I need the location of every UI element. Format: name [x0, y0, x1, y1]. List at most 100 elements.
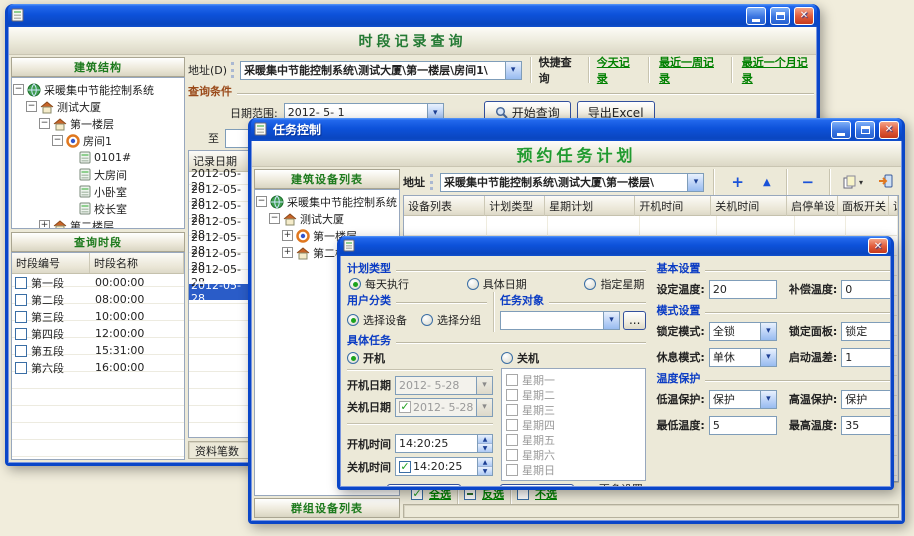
comp-temp-input[interactable]: 0: [841, 280, 891, 299]
radio-daily[interactable]: 每天执行: [349, 276, 409, 292]
tree-item[interactable]: 房间1: [13, 132, 183, 149]
tree-item[interactable]: 测试大厦: [13, 98, 183, 115]
chevron-down-icon[interactable]: [760, 349, 776, 366]
ok-button[interactable]: ✔确 定: [387, 484, 461, 487]
checkbox-unchecked[interactable]: [15, 277, 27, 289]
checkbox-unchecked[interactable]: [15, 294, 27, 306]
spinner-buttons[interactable]: ▲▼: [477, 435, 492, 452]
chevron-down-icon[interactable]: [760, 391, 776, 408]
tree-item[interactable]: 大房间: [13, 166, 183, 183]
toolbar-grip[interactable]: [430, 174, 433, 190]
period-row[interactable]: 第四段12:00:00: [12, 325, 184, 342]
start-diff-input[interactable]: 1: [841, 348, 891, 367]
radio-specific-date[interactable]: 具体日期: [467, 276, 527, 292]
tree-collapse-icon[interactable]: [52, 135, 63, 146]
close-button[interactable]: [794, 7, 814, 25]
tree-item[interactable]: 0101#: [13, 149, 183, 166]
window1-titlebar[interactable]: [8, 4, 817, 27]
cancel-button[interactable]: ✖取 消: [500, 484, 574, 487]
toolbar-grip[interactable]: [231, 62, 234, 78]
high-protect-select[interactable]: 保护: [841, 390, 891, 409]
tree-collapse-icon[interactable]: [269, 213, 280, 224]
tree-collapse-icon[interactable]: [39, 118, 50, 129]
period-row[interactable]: 第二段08:00:00: [12, 291, 184, 308]
move-up-icon[interactable]: ▲: [755, 177, 779, 188]
set-temp-input[interactable]: 20: [709, 280, 777, 299]
building-structure-header[interactable]: 建筑结构: [11, 57, 185, 77]
maximize-button[interactable]: [855, 121, 875, 139]
tree-collapse-icon[interactable]: [13, 84, 24, 95]
browse-button[interactable]: ...: [623, 311, 646, 330]
tree-item[interactable]: 第一楼层: [13, 115, 183, 132]
weekday-item[interactable]: 星期四: [506, 417, 641, 432]
tree-collapse-icon[interactable]: [26, 101, 37, 112]
period-row[interactable]: 第一段00:00:00: [12, 274, 184, 291]
minimize-button[interactable]: [746, 7, 766, 25]
window2-titlebar[interactable]: 任务控制: [251, 118, 902, 141]
max-temp-input[interactable]: 35: [841, 416, 891, 435]
period-row[interactable]: 第六段16:00:00: [12, 359, 184, 376]
weekday-item[interactable]: 星期一: [506, 372, 641, 387]
more-settings-toggle[interactable]: 更多设置>>: [584, 481, 647, 487]
lock-panel-select[interactable]: 锁定: [841, 322, 891, 341]
weekday-item[interactable]: 星期三: [506, 402, 641, 417]
chevron-down-icon[interactable]: [687, 174, 703, 191]
add-task-icon[interactable]: +: [723, 173, 752, 191]
lock-mode-select[interactable]: 全锁: [709, 322, 777, 341]
address-combobox[interactable]: 采暖集中节能控制系统\测试大厦\第一楼层\房间1\: [240, 61, 522, 80]
off-time-spinner[interactable]: 14:20:25▲▼: [395, 457, 493, 476]
tree-item[interactable]: 第二楼层: [13, 217, 183, 229]
rest-mode-select[interactable]: 单休: [709, 348, 777, 367]
checkbox-unchecked[interactable]: [15, 328, 27, 340]
link-today-records[interactable]: 今天记录: [597, 54, 638, 86]
minimize-button[interactable]: [831, 121, 851, 139]
checkbox-unchecked[interactable]: [506, 389, 518, 401]
query-period-header[interactable]: 查询时段: [11, 232, 185, 252]
radio-select-group[interactable]: 选择分组: [421, 312, 481, 328]
chevron-down-icon[interactable]: [760, 323, 776, 340]
task-target-combobox[interactable]: [500, 311, 620, 330]
tree-item[interactable]: 测试大厦: [256, 210, 398, 227]
tree-item[interactable]: 采暖集中节能控制系统: [13, 81, 183, 98]
weekday-item[interactable]: 星期六: [506, 447, 641, 462]
close-button[interactable]: [879, 121, 899, 139]
period-row[interactable]: 第五段15:31:00: [12, 342, 184, 359]
group-device-list-button[interactable]: 群组设备列表: [254, 498, 400, 518]
weekday-item[interactable]: 星期五: [506, 432, 641, 447]
address-combobox[interactable]: 采暖集中节能控制系统\测试大厦\第一楼层\: [440, 173, 704, 192]
checkbox-unchecked[interactable]: [15, 345, 27, 357]
checkbox-unchecked[interactable]: [506, 434, 518, 446]
checkbox-unchecked[interactable]: [506, 464, 518, 476]
checkbox-unchecked[interactable]: [506, 449, 518, 461]
period-row[interactable]: 第三段10:00:00: [12, 308, 184, 325]
tree-item[interactable]: 采暖集中节能控制系统: [256, 193, 398, 210]
copy-plan-button[interactable]: ▾: [837, 175, 869, 189]
maximize-button[interactable]: [770, 7, 790, 25]
spinner-buttons[interactable]: ▲▼: [477, 458, 492, 475]
checkbox-unchecked[interactable]: [15, 311, 27, 323]
tree-expand-icon[interactable]: [39, 220, 50, 229]
checkbox-unchecked[interactable]: [506, 374, 518, 386]
link-last-week-records[interactable]: 最近一周记录: [659, 54, 721, 86]
weekday-item[interactable]: 星期日: [506, 462, 641, 477]
on-time-spinner[interactable]: 14:20:25▲▼: [395, 434, 493, 453]
remove-task-icon[interactable]: −: [794, 173, 823, 191]
low-protect-select[interactable]: 保护: [709, 390, 777, 409]
link-last-month-records[interactable]: 最近一个月记录: [742, 54, 814, 86]
tree-expand-icon[interactable]: [282, 247, 293, 258]
weekday-listbox[interactable]: 星期一 星期二 星期三 星期四 星期五 星期六 星期日: [501, 368, 646, 481]
tree-item[interactable]: 校长室: [13, 200, 183, 217]
chevron-down-icon[interactable]: [603, 312, 619, 329]
close-button[interactable]: [868, 238, 888, 254]
tree-item[interactable]: 小卧室: [13, 183, 183, 200]
checkbox-checked[interactable]: [399, 461, 411, 473]
radio-power-on[interactable]: 开机: [347, 348, 493, 368]
weekday-item[interactable]: 星期二: [506, 387, 641, 402]
radio-weekly[interactable]: 指定星期: [584, 276, 644, 292]
checkbox-unchecked[interactable]: [506, 404, 518, 416]
tree-expand-icon[interactable]: [282, 230, 293, 241]
device-list-header[interactable]: 建筑设备列表: [254, 169, 400, 189]
tree-collapse-icon[interactable]: [256, 196, 267, 207]
min-temp-input[interactable]: 5: [709, 416, 777, 435]
chevron-down-icon[interactable]: [505, 62, 521, 79]
